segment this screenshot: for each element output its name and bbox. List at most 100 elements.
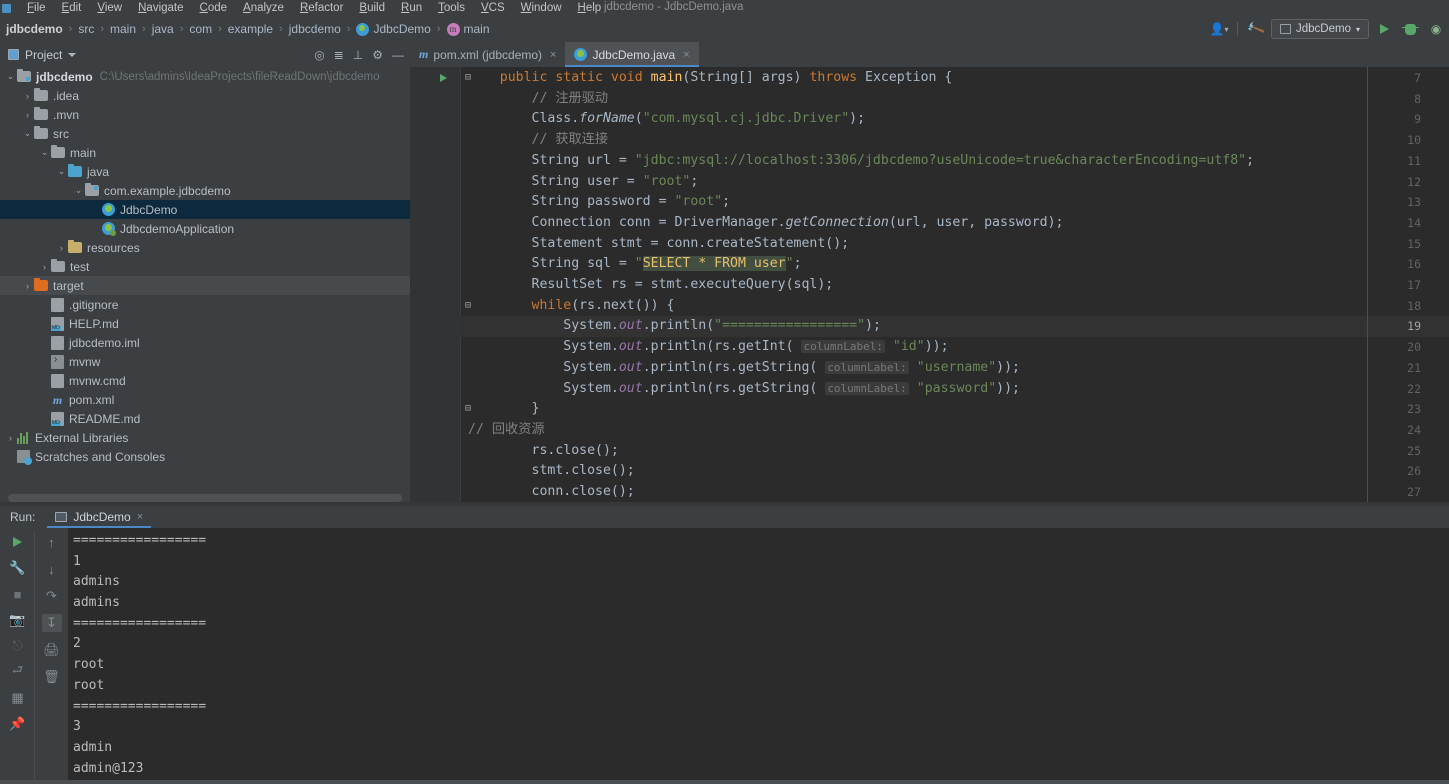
tree-node-HELP-md[interactable]: HELP.md (0, 314, 410, 333)
locate-icon[interactable]: ◎ (314, 49, 324, 61)
code-editor[interactable]: 7 ⊟ public static void main(String[] args… (410, 67, 1449, 503)
print-icon[interactable]: 🖨 (42, 641, 62, 659)
chevron-right-icon[interactable]: › (21, 110, 34, 120)
menu-item-file[interactable]: File (19, 0, 54, 16)
chevron-right-icon[interactable]: › (55, 243, 68, 253)
project-title: Project (25, 47, 63, 62)
editor-gutter[interactable] (410, 67, 460, 503)
breadcrumb-item-example[interactable]: example (228, 22, 273, 36)
chevron-down-icon[interactable]: ⌄ (55, 166, 68, 177)
chevron-down-icon[interactable]: ⌄ (38, 147, 51, 158)
tree-node-jdbcdemo[interactable]: ⌄ jdbcdemo C:\Users\admins\IdeaProjects\fi… (0, 67, 410, 86)
menu-item-analyze[interactable]: Analyze (235, 0, 292, 16)
tree-node-resources[interactable]: › resources (0, 238, 410, 257)
line-number: 10 (1407, 133, 1421, 148)
tree-node-Scratches-and-Consoles[interactable]: Scratches and Consoles (0, 447, 410, 466)
chevron-right-icon[interactable]: › (21, 91, 34, 101)
coverage-icon[interactable]: ◉ (1425, 18, 1447, 40)
tree-node-mvnw[interactable]: mvnw (0, 352, 410, 371)
chevron-down-icon[interactable] (68, 52, 77, 57)
breadcrumb-item-main[interactable]: main (110, 22, 136, 36)
close-icon[interactable]: × (683, 49, 689, 61)
tree-node-src[interactable]: ⌄ src (0, 124, 410, 143)
console-output[interactable]: ================= 1 admins admins ==========… (68, 528, 1449, 784)
scroll-up-icon[interactable]: ↑ (42, 533, 62, 551)
menu-item-window[interactable]: Window (513, 0, 570, 16)
rerun-icon[interactable] (8, 533, 28, 551)
tree-node-JdbcDemo[interactable]: JdbcDemo (0, 200, 410, 219)
menu-item-build[interactable]: Build (351, 0, 393, 16)
tree-node-label: External Libraries (35, 430, 129, 445)
tree-node-README-md[interactable]: README.md (0, 409, 410, 428)
tree-node--idea[interactable]: › .idea (0, 86, 410, 105)
menu-item-code[interactable]: Code (192, 0, 236, 16)
console-line: admin@123 (73, 760, 144, 776)
breadcrumb-item-jdbcdemo[interactable]: jdbcdemo (6, 22, 63, 36)
trash-icon[interactable]: 🗑 (42, 668, 62, 686)
export-icon[interactable]: ⮐ (8, 662, 28, 681)
menu-item-tools[interactable]: Tools (430, 0, 473, 16)
scroll-to-end-icon[interactable]: ↧ (41, 614, 62, 632)
layout-icon[interactable]: ▦ (8, 689, 28, 707)
close-icon[interactable]: × (137, 511, 143, 523)
tree-node-jdbcdemo-iml[interactable]: jdbcdemo.iml (0, 333, 410, 352)
breadcrumb-item-src[interactable]: src (78, 22, 94, 36)
tab-jdbcdemo-java[interactable]: JdbcDemo.java × (565, 42, 699, 67)
breadcrumb-item-com[interactable]: com (189, 22, 212, 36)
package-folder-icon (85, 182, 99, 196)
settings-wrench-icon[interactable]: 🔧 (8, 559, 28, 577)
chevron-down-icon[interactable]: ⌄ (4, 71, 17, 82)
maven-icon: m (52, 392, 63, 407)
menu-item-view[interactable]: View (89, 0, 130, 16)
tree-node--gitignore[interactable]: .gitignore (0, 295, 410, 314)
tree-node-main[interactable]: ⌄ main (0, 143, 410, 162)
breadcrumb-item-jdbcdemo[interactable]: jdbcdemo (289, 22, 341, 36)
chevron-down-icon[interactable]: ⌄ (21, 128, 34, 139)
menu-item-refactor[interactable]: Refactor (292, 0, 351, 16)
expand-all-icon[interactable]: ≣ (334, 49, 344, 61)
code-line: System.out.println(rs.getString( columnL… (563, 359, 1020, 375)
chevron-right-icon[interactable]: › (21, 281, 34, 291)
pin-icon[interactable]: 📌 (8, 715, 28, 733)
collapse-all-icon[interactable]: ⊥ (353, 49, 363, 61)
run-icon[interactable] (1373, 18, 1395, 40)
chevron-right-icon[interactable]: › (38, 262, 51, 272)
camera-icon[interactable]: 📷 (8, 611, 28, 629)
menu-item-edit[interactable]: Edit (54, 0, 90, 16)
soft-wrap-icon[interactable]: ↷ (42, 587, 62, 605)
run-tab-jdbcdemo[interactable]: JdbcDemo × (47, 506, 151, 528)
tree-node-mvnw-cmd[interactable]: mvnw.cmd (0, 371, 410, 390)
hammer-icon[interactable]: 🔨 (1241, 14, 1270, 43)
breadcrumb-separator: › (218, 23, 222, 35)
breadcrumb-item-JdbcDemo[interactable]: JdbcDemo (356, 22, 431, 36)
run-configuration-selector[interactable]: JdbcDemo ▾ (1271, 19, 1369, 39)
tree-node-test[interactable]: › test (0, 257, 410, 276)
stop-icon[interactable]: ■ (8, 585, 28, 603)
menu-item-vcs[interactable]: VCS (473, 0, 513, 16)
close-icon[interactable]: × (550, 49, 556, 61)
project-tree[interactable]: ⌄ jdbcdemo C:\Users\admins\IdeaProjects\fi… (0, 67, 410, 490)
tree-node-java[interactable]: ⌄ java (0, 162, 410, 181)
menu-item-run[interactable]: Run (393, 0, 430, 16)
debug-icon[interactable] (1399, 18, 1421, 40)
tab-pom-xml[interactable]: m pom.xml (jdbcdemo) × (410, 42, 565, 67)
tree-node-External-Libraries[interactable]: › External Libraries (0, 428, 410, 447)
run-gutter-icon[interactable] (440, 74, 447, 82)
tree-node-label: test (70, 259, 90, 274)
chevron-right-icon[interactable]: › (4, 433, 17, 443)
menu-item-navigate[interactable]: Navigate (130, 0, 191, 16)
breadcrumb-item-java[interactable]: java (152, 22, 174, 36)
tree-node-pom-xml[interactable]: m pom.xml (0, 390, 410, 409)
project-tree-hscrollbar[interactable] (8, 494, 402, 502)
scroll-down-icon[interactable]: ↓ (42, 560, 62, 578)
breadcrumb-item-main[interactable]: main (446, 22, 490, 36)
thread-dump-icon[interactable]: ⎋ (8, 637, 28, 655)
tree-node-target[interactable]: › target (0, 276, 410, 295)
tree-node-JdbcdemoApplication[interactable]: JdbcdemoApplication (0, 219, 410, 238)
settings-gear-icon[interactable]: ⚙ (372, 49, 383, 61)
hide-icon[interactable]: — (392, 49, 404, 61)
chevron-down-icon[interactable]: ⌄ (72, 185, 85, 196)
user-icon[interactable]: 👤 ▾ (1208, 18, 1230, 40)
tree-node-com-example-jdbcdemo[interactable]: ⌄ com.example.jdbcdemo (0, 181, 410, 200)
tree-node--mvn[interactable]: › .mvn (0, 105, 410, 124)
